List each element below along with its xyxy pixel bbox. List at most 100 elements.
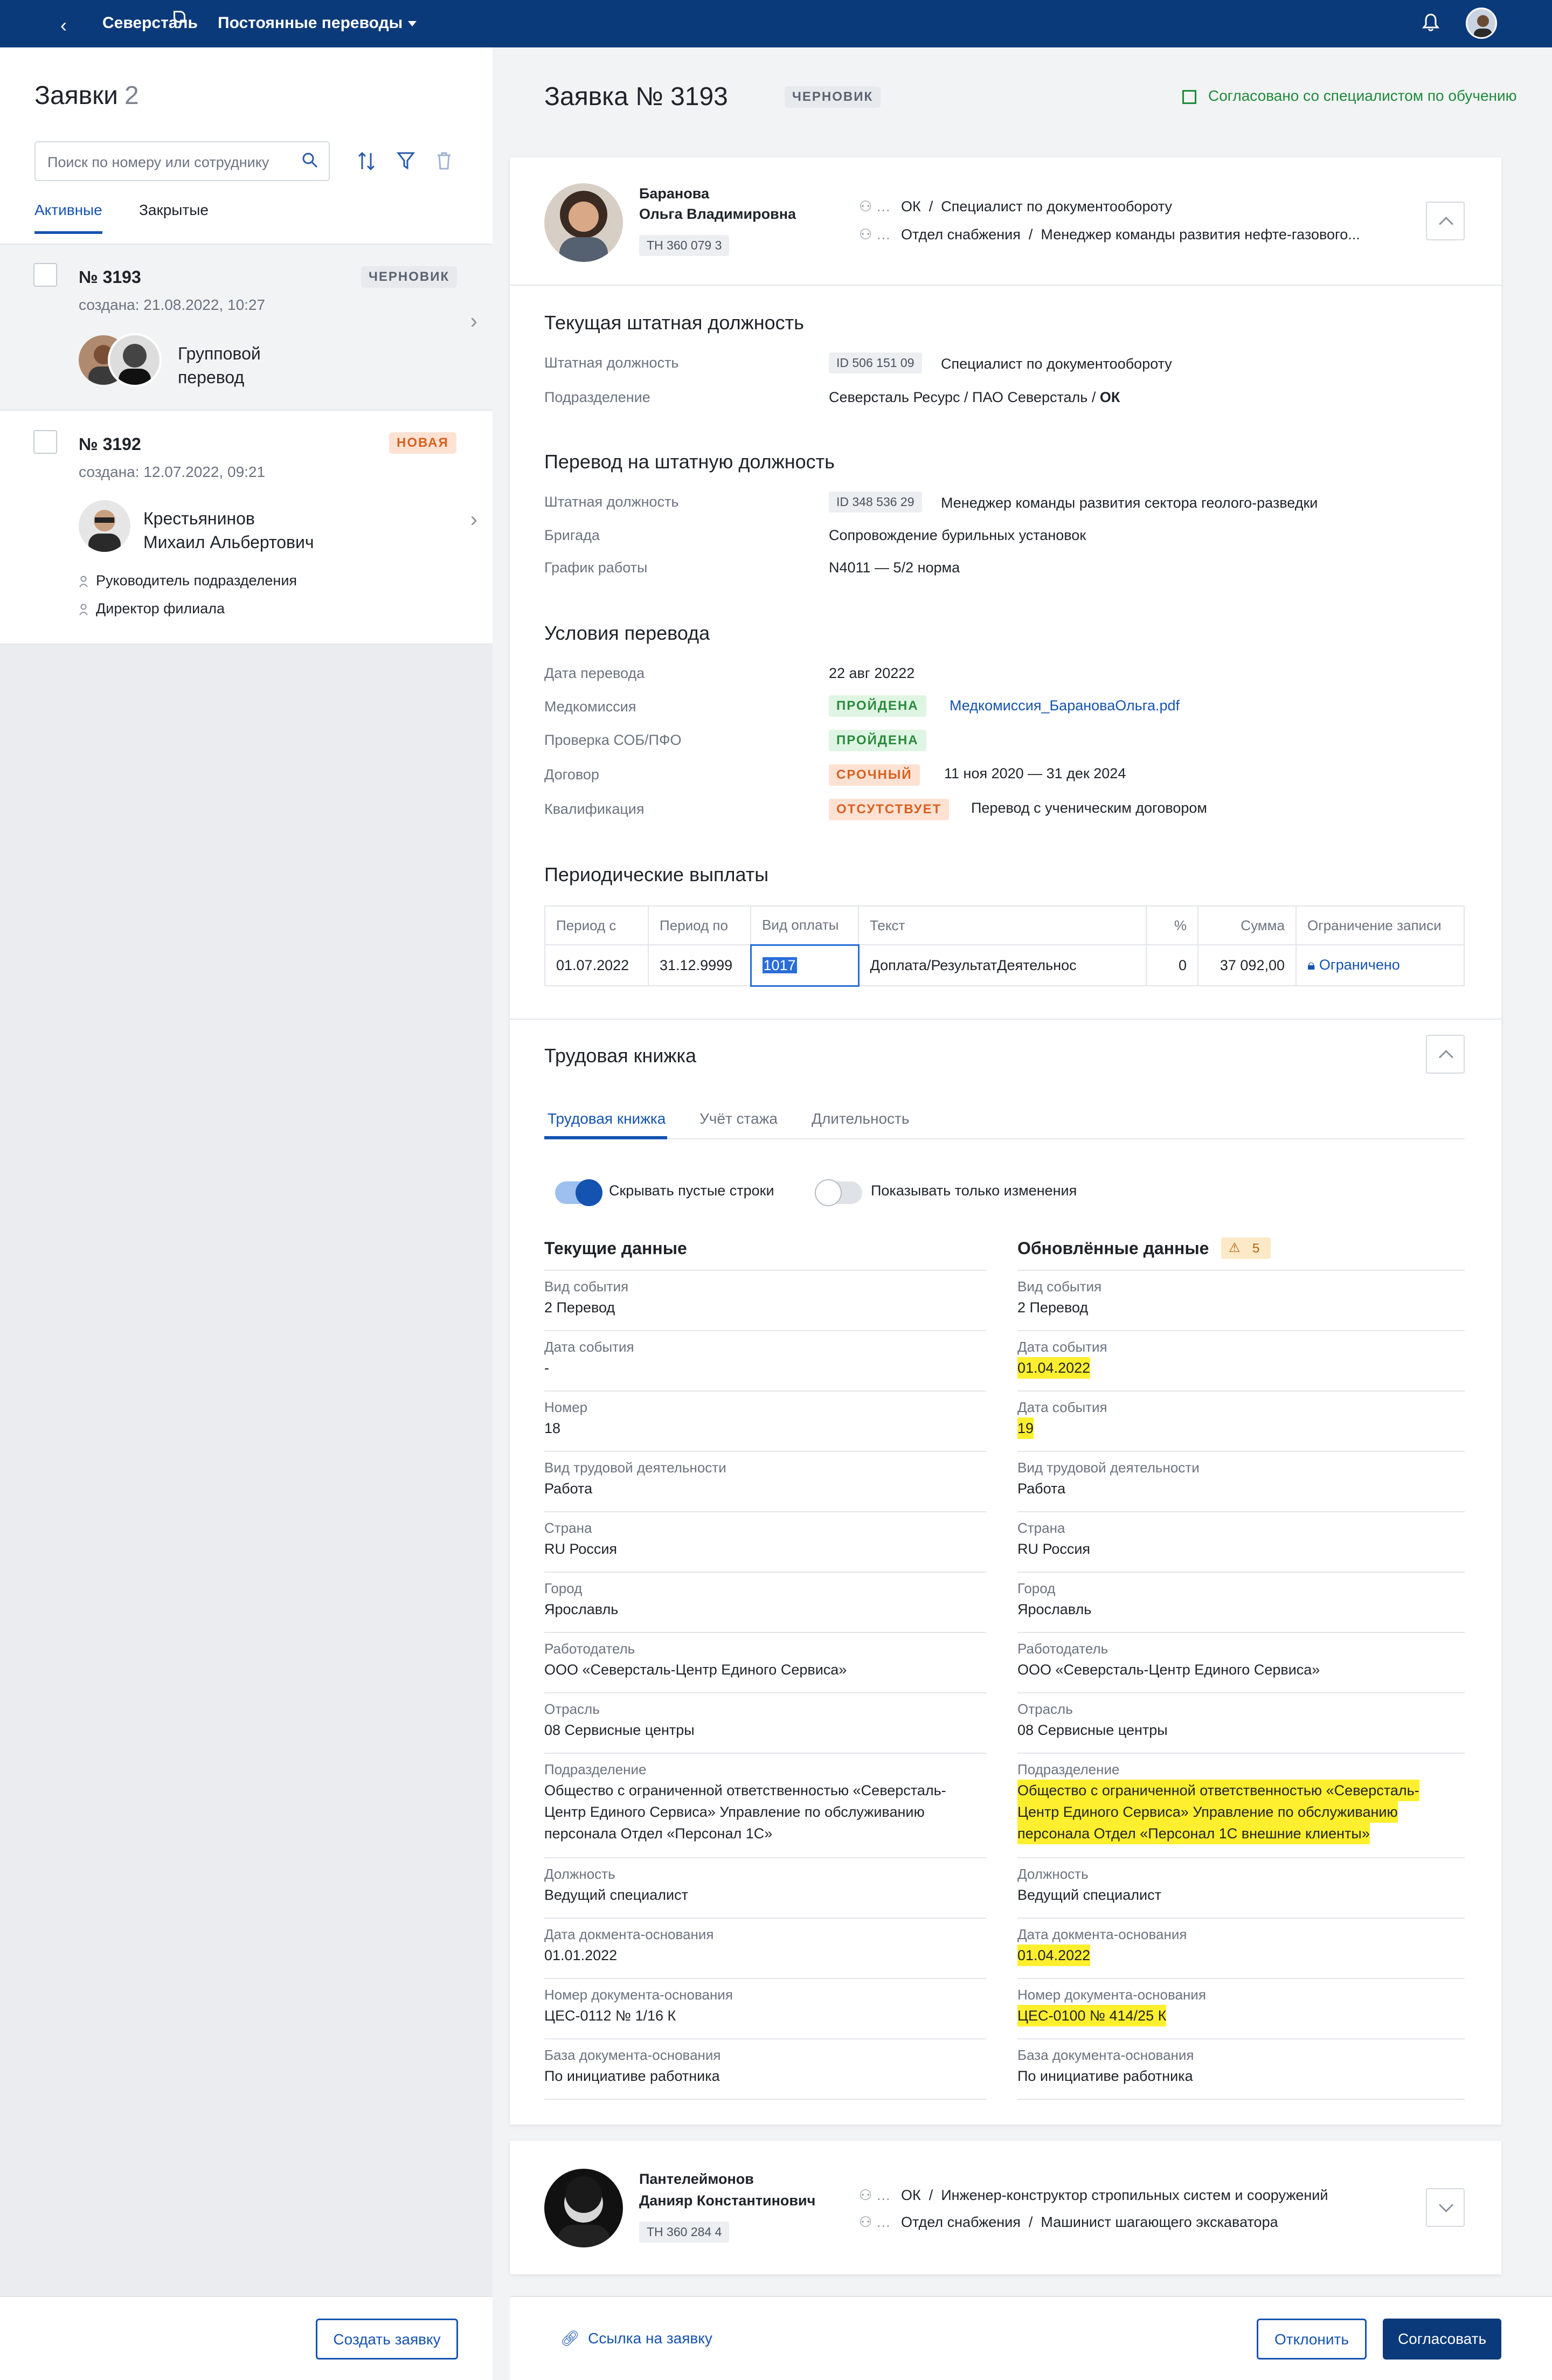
- avatar: [108, 333, 162, 387]
- request-name-line1: Групповой: [178, 344, 261, 363]
- table-header-row: Период с Период по Вид оплаты Текст % Су…: [544, 905, 1465, 945]
- collapse-button[interactable]: [1426, 202, 1465, 240]
- route-from: ОК / Инженер-конструктор стропильных сис…: [901, 2187, 1328, 2203]
- requests-count: 2: [124, 81, 139, 110]
- field-label: График работы: [544, 559, 648, 576]
- reject-button[interactable]: Отклонить: [1257, 2319, 1367, 2360]
- pay-type-input[interactable]: 1017: [750, 944, 860, 987]
- request-checkbox[interactable]: [33, 263, 57, 287]
- tab-experience[interactable]: Учёт стажа: [699, 1110, 778, 1127]
- divider: [1017, 1451, 1465, 1452]
- request-name-line2: Михаил Альбертович: [143, 532, 314, 552]
- request-card-3193[interactable]: № 3193 ЧЕРНОВИК создана: 21.08.2022, 10:…: [0, 244, 493, 410]
- column-header: Период по: [648, 905, 751, 945]
- left-footer: Создать заявку: [0, 2296, 493, 2380]
- right-footer: 🔗︎ Ссылка на заявку Отклонить Согласоват…: [510, 2296, 1552, 2380]
- tab-duration[interactable]: Длительность: [812, 1110, 909, 1127]
- bell-icon[interactable]: [1422, 13, 1440, 37]
- request-link[interactable]: 🔗︎ Ссылка на заявку: [560, 2329, 712, 2347]
- field-label: Бригада: [544, 527, 600, 543]
- table-cell[interactable]: Доплата/РезультатДеятельнос: [858, 944, 1147, 986]
- table-cell[interactable]: 01.07.2022: [544, 944, 649, 986]
- user-avatar[interactable]: [1466, 8, 1497, 39]
- table-cell[interactable]: 37 092,00: [1197, 944, 1297, 986]
- field-label: Дата события: [1017, 1339, 1107, 1355]
- position-id: ID 506 151 09: [829, 352, 922, 373]
- caret-down-icon: [408, 21, 417, 27]
- employee-avatar: [544, 2169, 623, 2247]
- request-name-line2: перевод: [178, 368, 245, 387]
- payments-title: Периодические выплаты: [544, 863, 769, 885]
- create-request-button[interactable]: Создать заявку: [316, 2319, 458, 2360]
- request-header: Заявка № 3193 ЧЕРНОВИК Согласовано со сп…: [510, 47, 1552, 155]
- only-changes-toggle[interactable]: [815, 1179, 862, 1206]
- column-header: Период с: [544, 905, 649, 945]
- table-cell[interactable]: 31.12.9999: [648, 944, 751, 986]
- section-menu[interactable]: Постоянные переводы: [218, 14, 417, 32]
- warnings-badge: ⚠ 5: [1221, 1237, 1271, 1259]
- current-value: 01.01.2022: [544, 1947, 618, 1963]
- field-label: Город: [1017, 1580, 1056, 1596]
- filter-icon[interactable]: [397, 151, 415, 170]
- payments-table: Период с Период по Вид оплаты Текст % Су…: [544, 905, 1465, 987]
- table-row: 01.07.2022 31.12.9999 1017 Доплата/Резул…: [544, 944, 1465, 987]
- approval-step: Руководитель подразделения: [79, 572, 297, 589]
- search-input[interactable]: Поиск по номеру или сотруднику: [34, 141, 330, 181]
- field-value: Северсталь Ресурс / ПАО Северсталь / ОК: [829, 389, 1120, 406]
- tab-closed[interactable]: Закрытые: [139, 202, 209, 219]
- sort-icon[interactable]: [357, 151, 376, 171]
- hide-empty-toggle[interactable]: [555, 1179, 602, 1206]
- field-label: Номер документа-основания: [544, 1987, 733, 2003]
- collapse-button[interactable]: [1426, 1035, 1465, 1074]
- divider: [1017, 1270, 1465, 1271]
- field-label: Вид трудовой деятельности: [544, 1459, 726, 1476]
- employee-card: Баранова Ольга Владимировна ТН 360 079 3…: [510, 157, 1501, 2125]
- toggle-label: Показывать только изменения: [871, 1182, 1077, 1199]
- toggle-knob: [576, 1179, 602, 1206]
- request-checkbox[interactable]: [33, 430, 57, 454]
- route-icon: ⚇ …: [859, 198, 891, 215]
- updated-value: Ярославль: [1017, 1601, 1092, 1617]
- field-label: Номер: [544, 1399, 588, 1415]
- transfer-position-title: Перевод на штатную должность: [544, 451, 835, 473]
- link-icon: 🔗︎: [560, 2330, 580, 2347]
- request-link-label: Ссылка на заявку: [588, 2330, 712, 2347]
- field-label: Город: [544, 1580, 583, 1596]
- medical-file-link[interactable]: Медкомиссия_БарановаОльга.pdf: [950, 697, 1180, 714]
- chevron-right-icon[interactable]: ›: [470, 508, 477, 532]
- route-icon: ⚇ …: [859, 2187, 891, 2203]
- updated-value: Общество с ограниченной ответственностью…: [1017, 1780, 1419, 1801]
- expand-button[interactable]: [1426, 2188, 1465, 2227]
- divider: [1017, 1753, 1465, 1754]
- chevron-right-icon[interactable]: ›: [470, 309, 477, 334]
- field-label: Штатная должность: [544, 494, 679, 510]
- search-icon[interactable]: [301, 151, 319, 169]
- back-icon[interactable]: ‹: [60, 14, 67, 37]
- approve-button[interactable]: Согласовать: [1383, 2319, 1501, 2360]
- restriction-cell[interactable]: 🔒︎ Ограничено: [1295, 944, 1465, 986]
- lock-icon: 🔒︎: [1307, 957, 1315, 973]
- updated-value: персонала Отдел «Персонал 1С внешние кли…: [1017, 1823, 1370, 1844]
- divider: [544, 1918, 986, 1919]
- trash-icon[interactable]: [435, 151, 453, 170]
- tab-workbook[interactable]: Трудовая книжка: [548, 1110, 666, 1127]
- current-value: Общество с ограниченной ответственностью…: [544, 1782, 946, 1798]
- department-unit: ОК: [1099, 389, 1120, 405]
- restriction-link[interactable]: Ограничено: [1319, 957, 1400, 973]
- field-value: Специалист по документообороту: [941, 356, 1172, 372]
- divider: [1017, 1572, 1465, 1573]
- updated-value: 08 Сервисные центры: [1017, 1722, 1168, 1738]
- tab-active[interactable]: Активные: [34, 202, 102, 234]
- tab-number: ТН 360 079 3: [639, 235, 730, 256]
- route-from: ОК / Специалист по документообороту: [901, 198, 1173, 215]
- request-card-3192[interactable]: № 3192 НОВАЯ создана: 12.07.2022, 09:21 …: [0, 410, 493, 645]
- column-header: Ограничение записи: [1295, 905, 1465, 945]
- divider: [1017, 2038, 1465, 2039]
- field-value: Перевод с ученическим договором: [971, 800, 1207, 816]
- table-cell[interactable]: 0: [1146, 944, 1198, 986]
- route-from-position: Инженер-конструктор стропильных систем и…: [941, 2187, 1328, 2203]
- current-data-header: Текущие данные: [544, 1239, 687, 1258]
- requests-title-label: Заявки: [34, 81, 118, 110]
- divider: [544, 1692, 986, 1693]
- divider: [1017, 1330, 1465, 1331]
